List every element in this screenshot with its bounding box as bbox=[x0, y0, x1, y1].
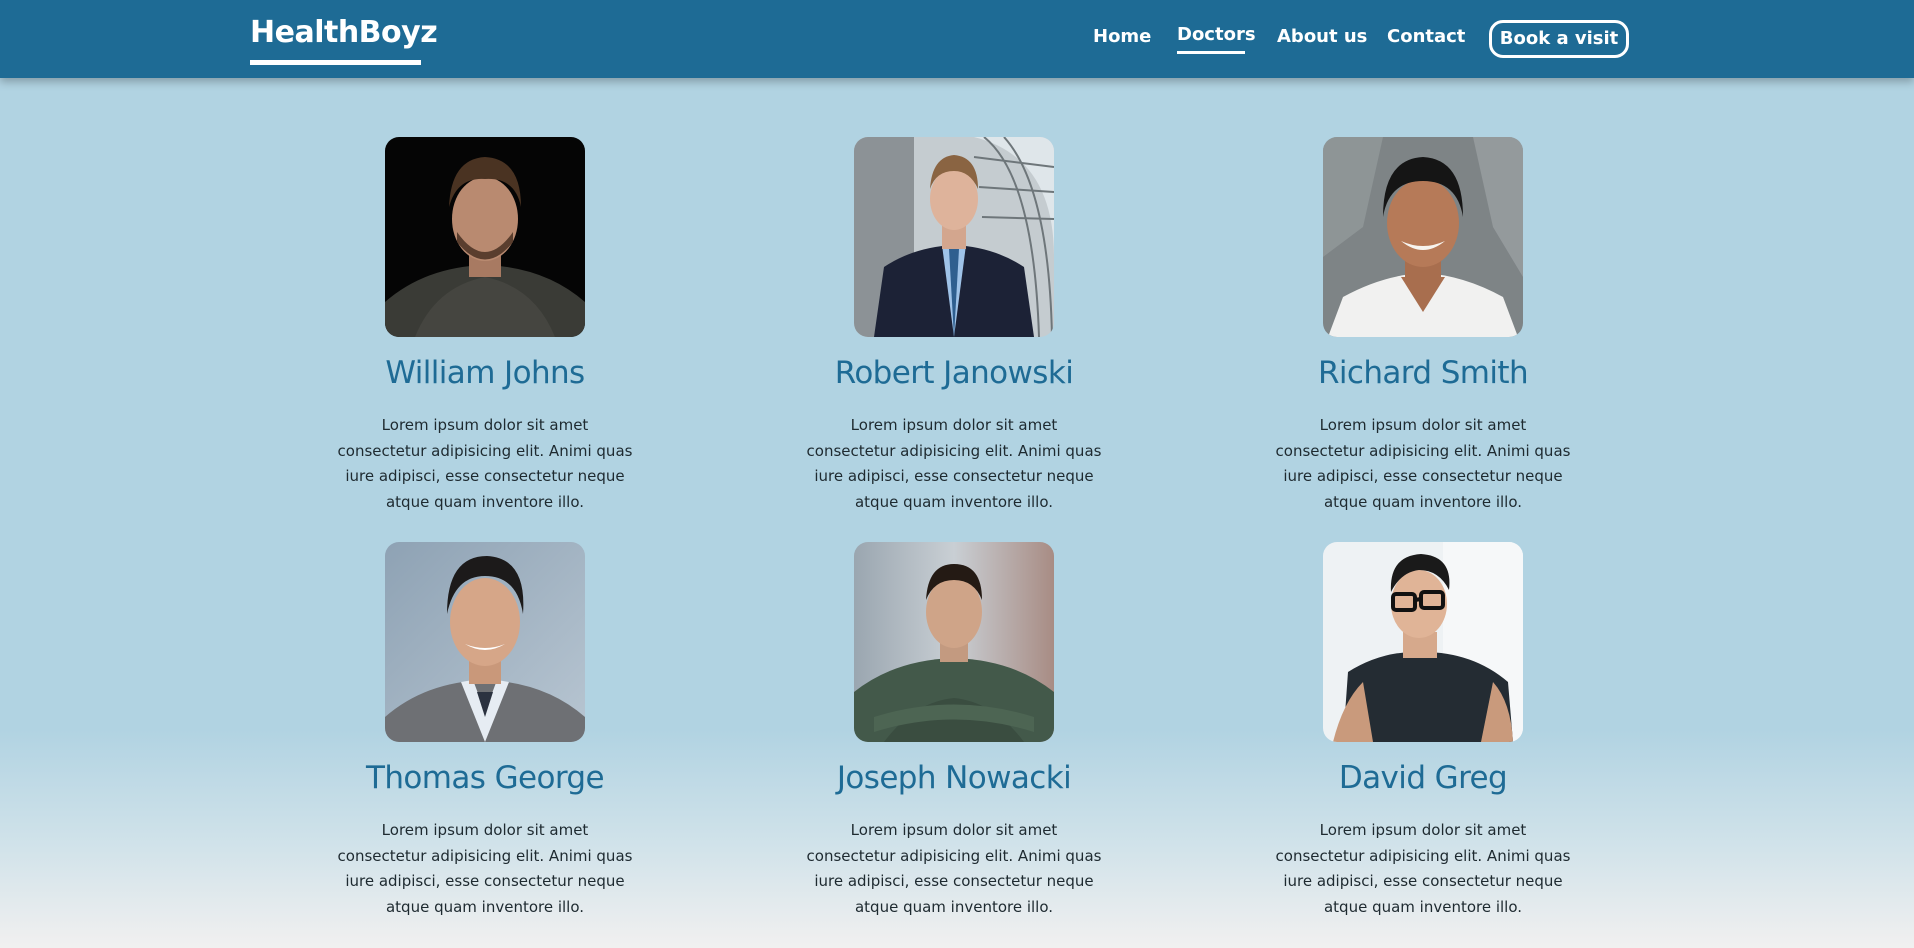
doctor-description: Lorem ipsum dolor sit amet consectetur a… bbox=[1275, 821, 1571, 916]
doctor-photo bbox=[1323, 542, 1523, 742]
doctor-name: William Johns bbox=[385, 355, 585, 391]
nav-link-about-us[interactable]: About us bbox=[1277, 26, 1367, 47]
doctor-name: Joseph Nowacki bbox=[836, 760, 1072, 796]
doctor-photo bbox=[385, 137, 585, 337]
site-logo[interactable]: HealthBoyz bbox=[250, 15, 438, 50]
doctor-photo bbox=[854, 542, 1054, 742]
doctor-description: Lorem ipsum dolor sit amet consectetur a… bbox=[337, 821, 633, 916]
doctor-photo bbox=[854, 137, 1054, 337]
book-a-visit-button[interactable]: Book a visit bbox=[1489, 20, 1629, 58]
doctor-name: Richard Smith bbox=[1317, 355, 1529, 391]
doctor-description: Lorem ipsum dolor sit amet consectetur a… bbox=[1275, 416, 1571, 511]
doctor-photo bbox=[1323, 137, 1523, 337]
active-link-underline bbox=[1177, 51, 1245, 54]
doctor-description: Lorem ipsum dolor sit amet consectetur a… bbox=[806, 821, 1102, 916]
nav-link-home[interactable]: Home bbox=[1093, 26, 1151, 47]
doctor-name: Thomas George bbox=[366, 760, 605, 796]
doctor-photo bbox=[385, 542, 585, 742]
top-navbar: HealthBoyz Home Doctors About us Contact… bbox=[0, 0, 1914, 78]
doctor-description: Lorem ipsum dolor sit amet consectetur a… bbox=[806, 416, 1102, 511]
doctor-description: Lorem ipsum dolor sit amet consectetur a… bbox=[337, 416, 633, 511]
doctor-name: David Greg bbox=[1338, 760, 1508, 796]
doctor-name: Robert Janowski bbox=[834, 355, 1074, 391]
nav-link-doctors[interactable]: Doctors bbox=[1177, 24, 1256, 45]
nav-link-contact[interactable]: Contact bbox=[1387, 26, 1465, 47]
logo-underline bbox=[250, 60, 421, 65]
